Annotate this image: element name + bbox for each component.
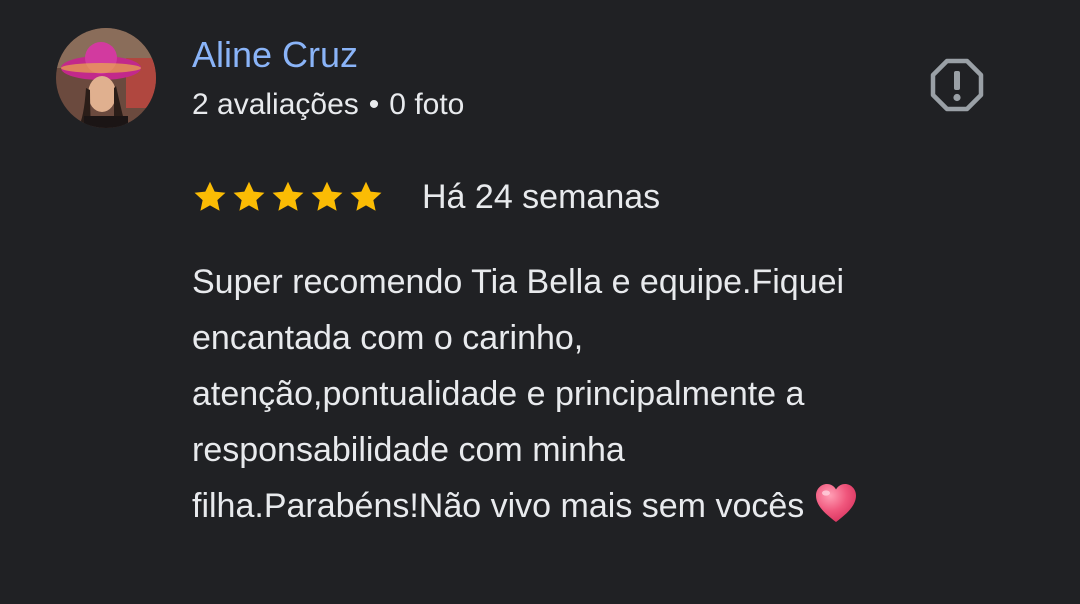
review-line: responsabilidade com minha bbox=[192, 431, 625, 469]
star-icon bbox=[350, 181, 382, 211]
star-icon bbox=[233, 181, 265, 211]
star-rating bbox=[192, 179, 384, 215]
review-line: Super recomendo Tia Bella e equipe.Fique… bbox=[192, 263, 845, 301]
review-line: filha.Parabéns!Não vivo mais sem vocês bbox=[192, 487, 805, 525]
report-icon[interactable] bbox=[930, 58, 984, 112]
review-time: Há 24 semanas bbox=[422, 178, 661, 216]
heart-emoji-icon bbox=[814, 482, 858, 526]
reviewer-avatar[interactable] bbox=[56, 28, 156, 128]
reviewer-stats: 2 avaliações • 0 foto bbox=[192, 86, 464, 124]
star-icon bbox=[194, 181, 226, 211]
meta-separator: • bbox=[368, 88, 380, 121]
photos-count: 0 foto bbox=[389, 88, 465, 121]
review-text: Super recomendo Tia Bella e equipe.Fique… bbox=[192, 254, 1022, 534]
star-icon bbox=[311, 181, 343, 211]
rating-row: Há 24 semanas bbox=[192, 174, 660, 220]
reviewer-name[interactable]: Aline Cruz bbox=[192, 34, 358, 76]
review-line: atenção,pontualidade e principalmente a bbox=[192, 375, 805, 413]
reviews-count: 2 avaliações bbox=[192, 88, 359, 121]
review-line: encantada com o carinho, bbox=[192, 319, 584, 357]
star-icon bbox=[272, 181, 304, 211]
